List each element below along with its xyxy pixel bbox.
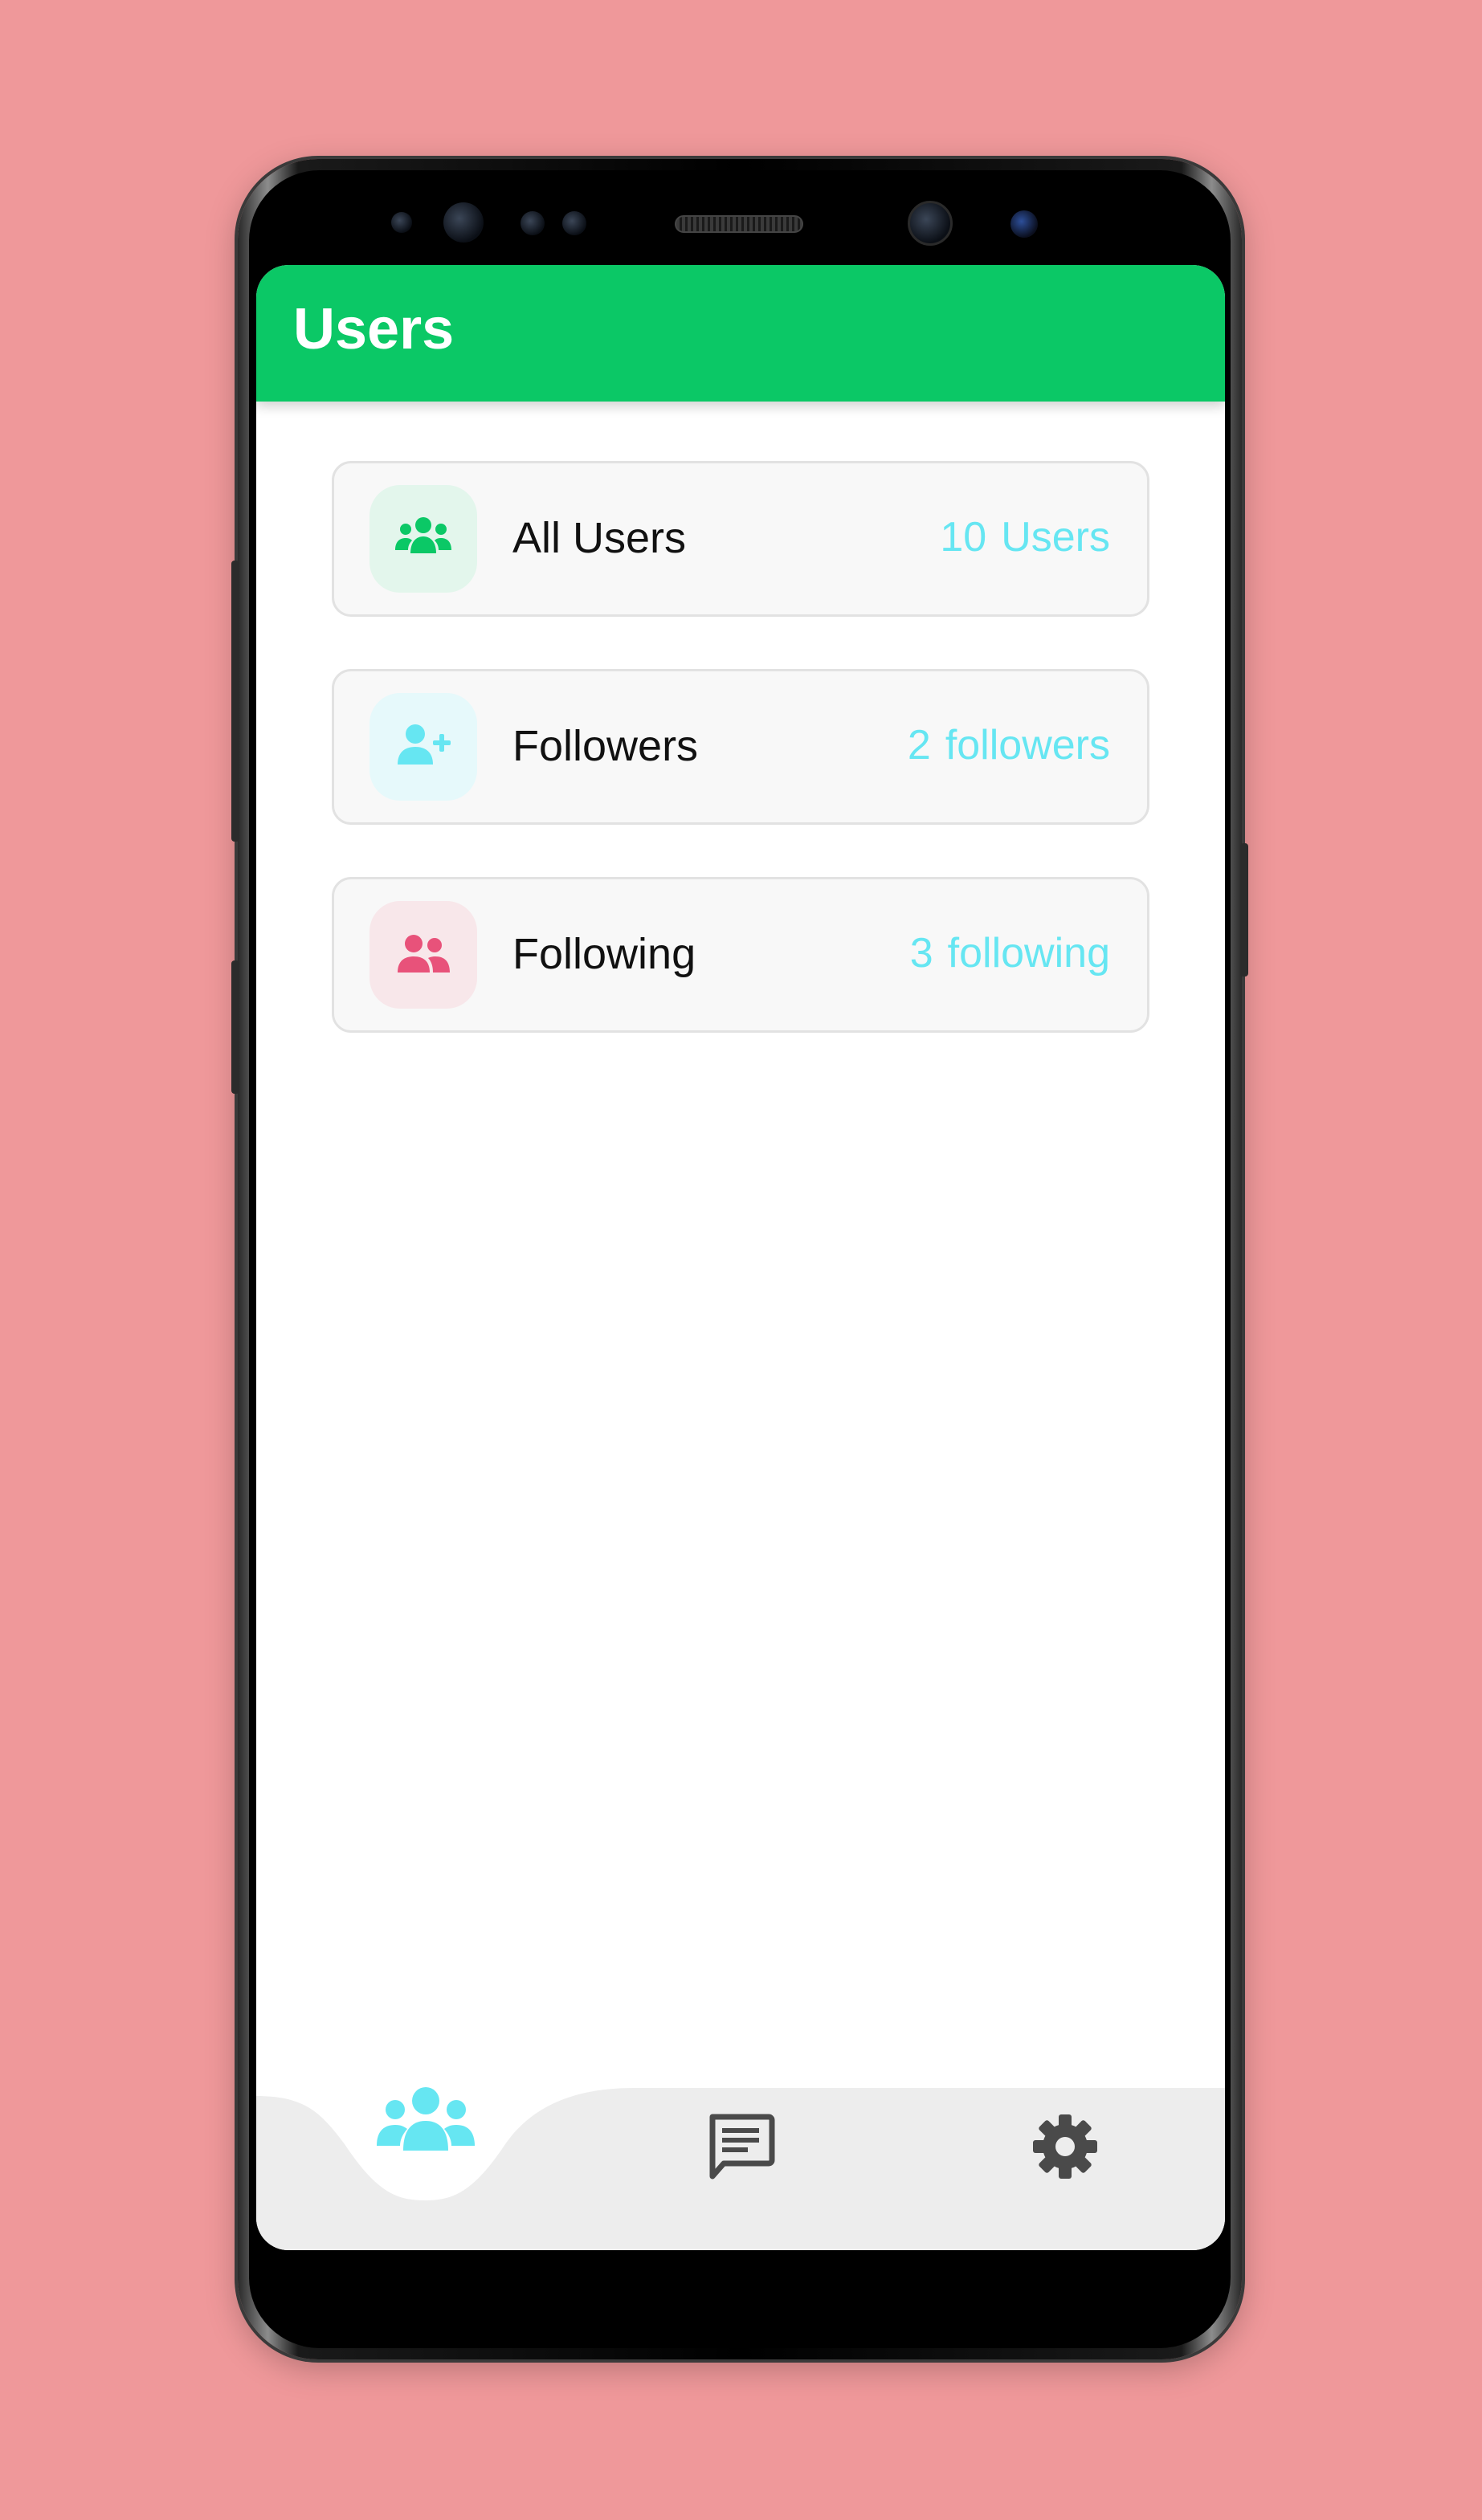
phone-iris-camera bbox=[908, 201, 953, 246]
card-label: Following bbox=[512, 930, 696, 978]
count-unit: followers bbox=[945, 722, 1110, 769]
nav-item-users[interactable] bbox=[374, 2078, 478, 2167]
bottom-navigation bbox=[256, 2087, 1225, 2250]
phone-sensor bbox=[391, 212, 412, 233]
phone-power-button bbox=[1240, 843, 1248, 977]
page-title: Users bbox=[293, 297, 455, 361]
count-value: 10 bbox=[940, 514, 987, 561]
phone-earpiece bbox=[675, 215, 803, 233]
phone-volume-up-button bbox=[231, 561, 239, 842]
count-value: 2 bbox=[907, 722, 931, 769]
phone-front-camera bbox=[443, 202, 484, 243]
nav-item-messages[interactable] bbox=[706, 2112, 775, 2181]
phone-volume-down-button bbox=[231, 960, 239, 1094]
all-users-card[interactable]: All Users 10 Users bbox=[332, 461, 1149, 617]
following-card[interactable]: Following 3 following bbox=[332, 877, 1149, 1033]
nav-item-settings[interactable] bbox=[1031, 2112, 1100, 2181]
phone-sensor bbox=[521, 211, 545, 235]
users-group-icon bbox=[377, 2087, 475, 2151]
user-friends-icon bbox=[398, 935, 450, 973]
user-plus-icon bbox=[398, 724, 451, 765]
card-icon-container bbox=[369, 693, 477, 801]
card-label: Followers bbox=[512, 722, 699, 770]
app-screen: Users All Users 10 Users Followers 2 fol… bbox=[256, 265, 1225, 2250]
followers-card[interactable]: Followers 2 followers bbox=[332, 669, 1149, 825]
card-count: 2 followers bbox=[908, 724, 1110, 766]
card-count: 3 following bbox=[910, 932, 1110, 974]
count-unit: Users bbox=[1001, 514, 1110, 561]
count-value: 3 bbox=[909, 930, 933, 977]
card-icon-container bbox=[369, 901, 477, 1009]
message-icon bbox=[709, 2114, 775, 2180]
app-bar: Users bbox=[256, 265, 1225, 402]
card-count: 10 Users bbox=[940, 516, 1110, 558]
phone-sensor bbox=[562, 211, 586, 235]
card-icon-container bbox=[369, 485, 477, 593]
phone-sensor bbox=[1010, 210, 1038, 238]
users-group-icon bbox=[395, 517, 451, 553]
card-label: All Users bbox=[512, 514, 687, 562]
count-unit: following bbox=[947, 930, 1110, 977]
gear-icon bbox=[1033, 2114, 1097, 2179]
